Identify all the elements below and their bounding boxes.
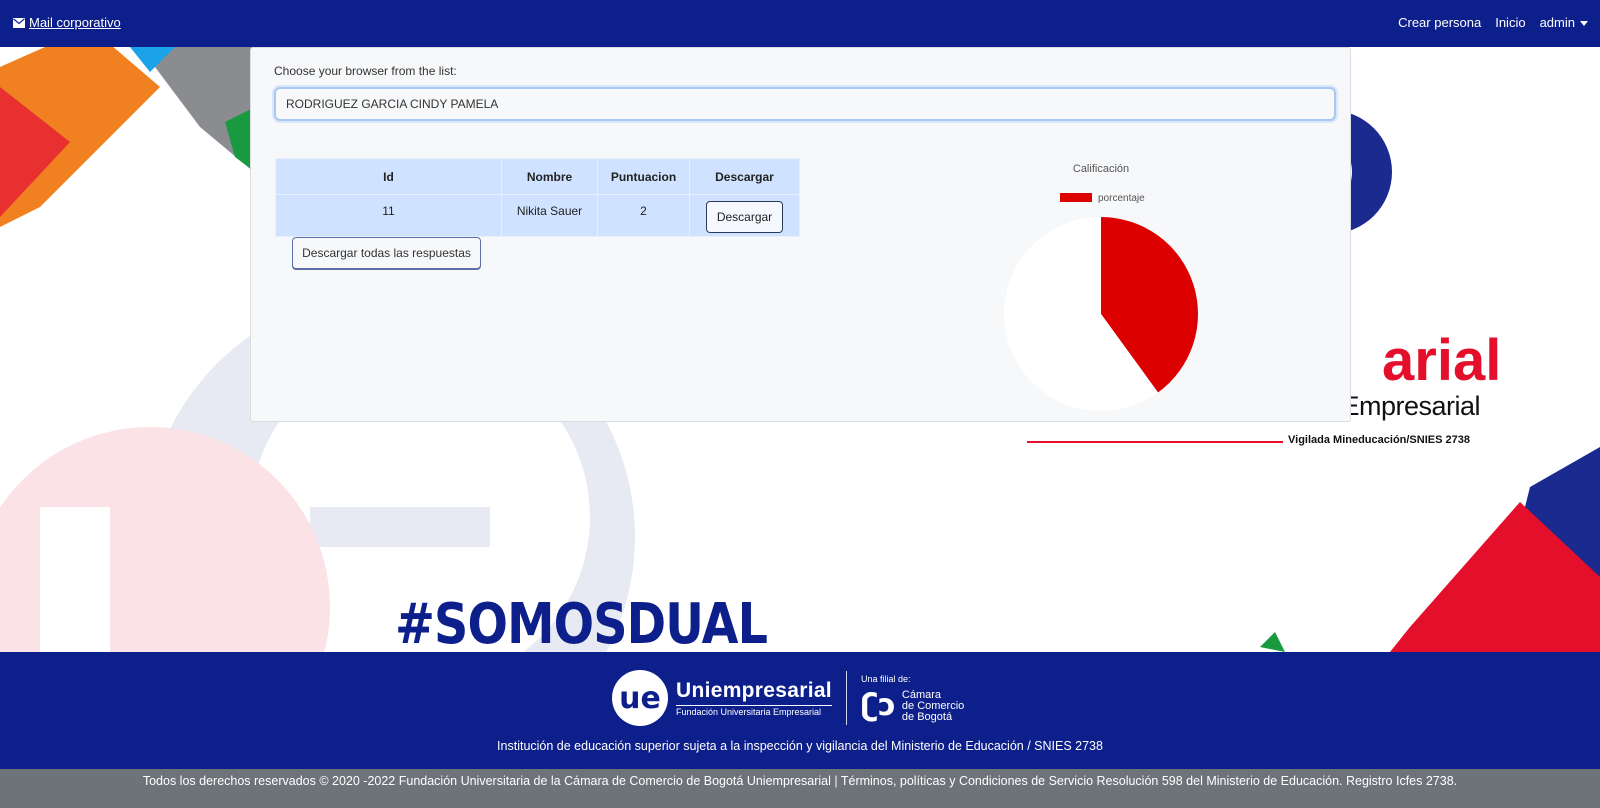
cell-nombre: Nikita Sauer [501, 194, 598, 237]
ccb-line1: Cámara [901, 688, 942, 701]
footer-brand: Uniempresarial [676, 679, 832, 702]
header-nombre: Nombre [501, 158, 598, 195]
footer-brand-sub: Fundación Universitaria Empresarial [676, 705, 832, 717]
legend-label: porcentaje [1098, 193, 1145, 204]
mail-corporativo-label: Mail corporativo [29, 15, 121, 30]
ccb-line3: de Bogotá [901, 710, 953, 723]
uniempresarial-logo-icon: ue [612, 670, 668, 726]
header-puntuacion: Puntuacion [597, 158, 690, 195]
cell-puntuacion: 2 [597, 194, 690, 237]
header-id: Id [275, 158, 502, 195]
footer: ue Uniempresarial Fundación Universitari… [0, 652, 1600, 769]
calificacion-pie-chart: Calificación porcentaje [1004, 163, 1198, 411]
ccb-logo-icon: ʗɔ [860, 688, 896, 723]
hashtag-text: #SOMOSDUAL [395, 592, 768, 652]
brand-underline [1027, 441, 1283, 443]
table-row: 11 Nikita Sauer 2 Descargar [275, 194, 800, 237]
filial-label: Una filial de: [860, 673, 911, 684]
mail-corporativo-link[interactable]: Mail corporativo [13, 15, 121, 30]
descargar-button[interactable]: Descargar [705, 201, 784, 233]
results-table: Id Nombre Puntuacion Descargar 11 Nikita… [275, 158, 800, 237]
footer-divider [845, 671, 847, 725]
nav-links: Crear persona Inicio admin [1398, 15, 1588, 30]
table-header-row: Id Nombre Puntuacion Descargar [275, 158, 800, 195]
institution-text: Institución de educación superior sujeta… [497, 739, 1103, 753]
person-search-input[interactable]: RODRIGUEZ GARCIA CINDY PAMELA [274, 87, 1336, 121]
nav-admin-dropdown[interactable]: admin [1540, 15, 1588, 30]
copyright-bar: Todos los derechos reservados © 2020 -20… [0, 769, 1600, 808]
brand-partial-text: arial [1382, 328, 1502, 393]
chart-title: Calificación [1073, 163, 1129, 175]
cell-descargar: Descargar [689, 194, 800, 237]
nav-crear-persona[interactable]: Crear persona [1398, 15, 1481, 30]
browser-select-label: Choose your browser from the list: [274, 64, 457, 78]
envelope-icon [13, 17, 25, 28]
cell-id: 11 [275, 194, 502, 237]
top-navbar: Mail corporativo Crear persona Inicio ad… [0, 0, 1600, 47]
vigilada-text: Vigilada Mineducación/SNIES 2738 [1288, 434, 1470, 446]
nav-admin-label: admin [1539, 15, 1575, 30]
footer-logos: ue Uniempresarial Fundación Universitari… [612, 670, 964, 726]
legend-swatch [1060, 193, 1092, 202]
main-card: Choose your browser from the list: RODRI… [250, 47, 1351, 422]
descargar-todas-button[interactable]: Descargar todas las respuestas [292, 237, 481, 269]
caret-down-icon [1580, 21, 1588, 27]
header-descargar: Descargar [689, 158, 800, 195]
nav-inicio[interactable]: Inicio [1495, 15, 1525, 30]
ccb-line2: de Comercio [901, 699, 965, 712]
